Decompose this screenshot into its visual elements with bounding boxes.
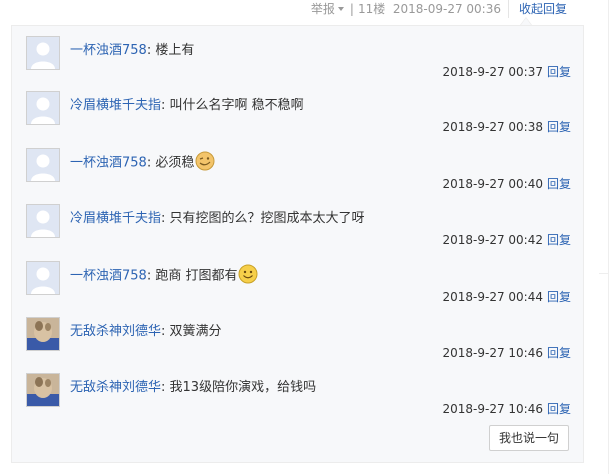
separator: : — [161, 324, 170, 339]
avatar[interactable] — [26, 373, 60, 407]
reply-text: 必须稳 — [155, 155, 195, 171]
reply-footer: 2018-9-27 10:46 回复 — [442, 400, 571, 417]
reply-footer: 2018-9-27 00:44 回复 — [442, 288, 571, 305]
floor-number: 11楼 — [357, 2, 386, 16]
reply-footer: 2018-9-27 10:46 回复 — [442, 344, 571, 361]
reply-item: 冷眉横堆千夫指: 只有挖图的么？挖图成本太大了呀 2018-9-27 00:42 回… — [26, 194, 571, 251]
reply-link[interactable]: 回复 — [547, 346, 571, 360]
reply-footer: 2018-9-27 00:40 回复 — [442, 175, 571, 192]
reply-timestamp: 2018-9-27 00:44 — [442, 290, 543, 304]
avatar[interactable] — [26, 204, 60, 238]
reply-link[interactable]: 回复 — [547, 65, 571, 79]
reply-text: 双簧满分 — [169, 324, 222, 339]
reply-content: 冷眉横堆千夫指: 只有挖图的么？挖图成本太大了呀 — [70, 207, 365, 226]
post-timestamp: 2018-09-27 00:36 — [392, 2, 501, 16]
username-link[interactable]: 一杯浊酒758 — [70, 43, 147, 58]
avatar[interactable] — [26, 36, 60, 70]
reply-item: 一杯浊酒758: 楼上有 2018-9-27 00:37 回复 — [26, 26, 571, 83]
username-link[interactable]: 冷眉横堆千夫指 — [70, 98, 161, 113]
reply-content: 无敌杀神刘德华: 我13级陪你演戏，给钱吗 — [70, 376, 316, 395]
reply-content: 一杯浊酒758: 跑商 打图都有 — [70, 264, 258, 288]
reply-text: 跑商 打图都有 — [155, 268, 238, 284]
avatar[interactable] — [26, 148, 60, 182]
username-link[interactable]: 无敌杀神刘德华 — [70, 380, 161, 395]
reply-timestamp: 2018-9-27 10:46 — [442, 346, 543, 360]
avatar[interactable] — [26, 261, 60, 295]
reply-item: 无敌杀神刘德华: 双簧满分 2018-9-27 10:46 回复 — [26, 307, 571, 364]
collapse-replies-link[interactable]: 收起回复 — [519, 0, 567, 17]
username-link[interactable]: 冷眉横堆千夫指 — [70, 211, 161, 226]
reply-link[interactable]: 回复 — [547, 290, 571, 304]
separator: : — [161, 380, 170, 395]
reply-text: 只有挖图的么？挖图成本太大了呀 — [169, 211, 365, 226]
separator: : — [161, 98, 170, 113]
separator: : — [161, 211, 170, 226]
reply-item: 无敌杀神刘德华: 我13级陪你演戏，给钱吗 2018-9-27 10:46 回复 — [26, 363, 571, 420]
post-meta: 举报 | 11楼 2018-09-27 00:36 — [311, 0, 501, 17]
reply-timestamp: 2018-9-27 00:40 — [442, 177, 543, 191]
post-meta-bar: 举报 | 11楼 2018-09-27 00:36 收起回复 — [0, 0, 609, 18]
reply-panel: 一杯浊酒758: 楼上有 2018-9-27 00:37 回复 冷眉横堆千夫指: 叫什… — [11, 25, 584, 463]
reply-text: 楼上有 — [155, 43, 195, 58]
avatar[interactable] — [26, 317, 60, 351]
reply-content: 无敌杀神刘德华: 双簧满分 — [70, 320, 222, 339]
reply-link[interactable]: 回复 — [547, 233, 571, 247]
reply-timestamp: 2018-9-27 00:42 — [442, 233, 543, 247]
divider: | — [349, 2, 354, 16]
panel-pointer-fill — [521, 18, 531, 25]
reply-link[interactable]: 回复 — [547, 402, 571, 416]
username-link[interactable]: 无敌杀神刘德华 — [70, 324, 161, 339]
reply-content: 一杯浊酒758: 必须稳 — [70, 151, 215, 175]
avatar[interactable] — [26, 91, 60, 125]
reply-link[interactable]: 回复 — [547, 120, 571, 134]
divider — [508, 0, 509, 18]
smile-face-icon — [238, 264, 258, 288]
caret-down-icon[interactable] — [337, 6, 344, 11]
report-link[interactable]: 举报 — [311, 2, 335, 16]
say-something-button[interactable]: 我也说一句 — [489, 425, 569, 451]
wink-face-icon — [195, 151, 215, 175]
page-border — [599, 273, 609, 274]
username-link[interactable]: 一杯浊酒758 — [70, 156, 147, 171]
reply-text: 叫什么名字啊 稳不稳啊 — [169, 98, 304, 113]
reply-footer: 2018-9-27 00:42 回复 — [442, 231, 571, 248]
reply-content: 冷眉横堆千夫指: 叫什么名字啊 稳不稳啊 — [70, 94, 304, 113]
reply-timestamp: 2018-9-27 10:46 — [442, 402, 543, 416]
reply-timestamp: 2018-9-27 00:37 — [442, 65, 543, 79]
reply-timestamp: 2018-9-27 00:38 — [442, 120, 543, 134]
reply-footer: 2018-9-27 00:38 回复 — [442, 118, 571, 135]
reply-item: 一杯浊酒758: 必须稳 2018-9-27 00:40 回复 — [26, 138, 571, 195]
reply-item: 冷眉横堆千夫指: 叫什么名字啊 稳不稳啊 2018-9-27 00:38 回复 — [26, 81, 571, 138]
reply-item: 一杯浊酒758: 跑商 打图都有 2018-9-27 00:44 回复 — [26, 251, 571, 308]
reply-content: 一杯浊酒758: 楼上有 — [70, 39, 194, 58]
username-link[interactable]: 一杯浊酒758 — [70, 269, 147, 284]
reply-text: 我13级陪你演戏，给钱吗 — [169, 380, 317, 395]
reply-footer: 2018-9-27 00:37 回复 — [442, 63, 571, 80]
reply-link[interactable]: 回复 — [547, 177, 571, 191]
